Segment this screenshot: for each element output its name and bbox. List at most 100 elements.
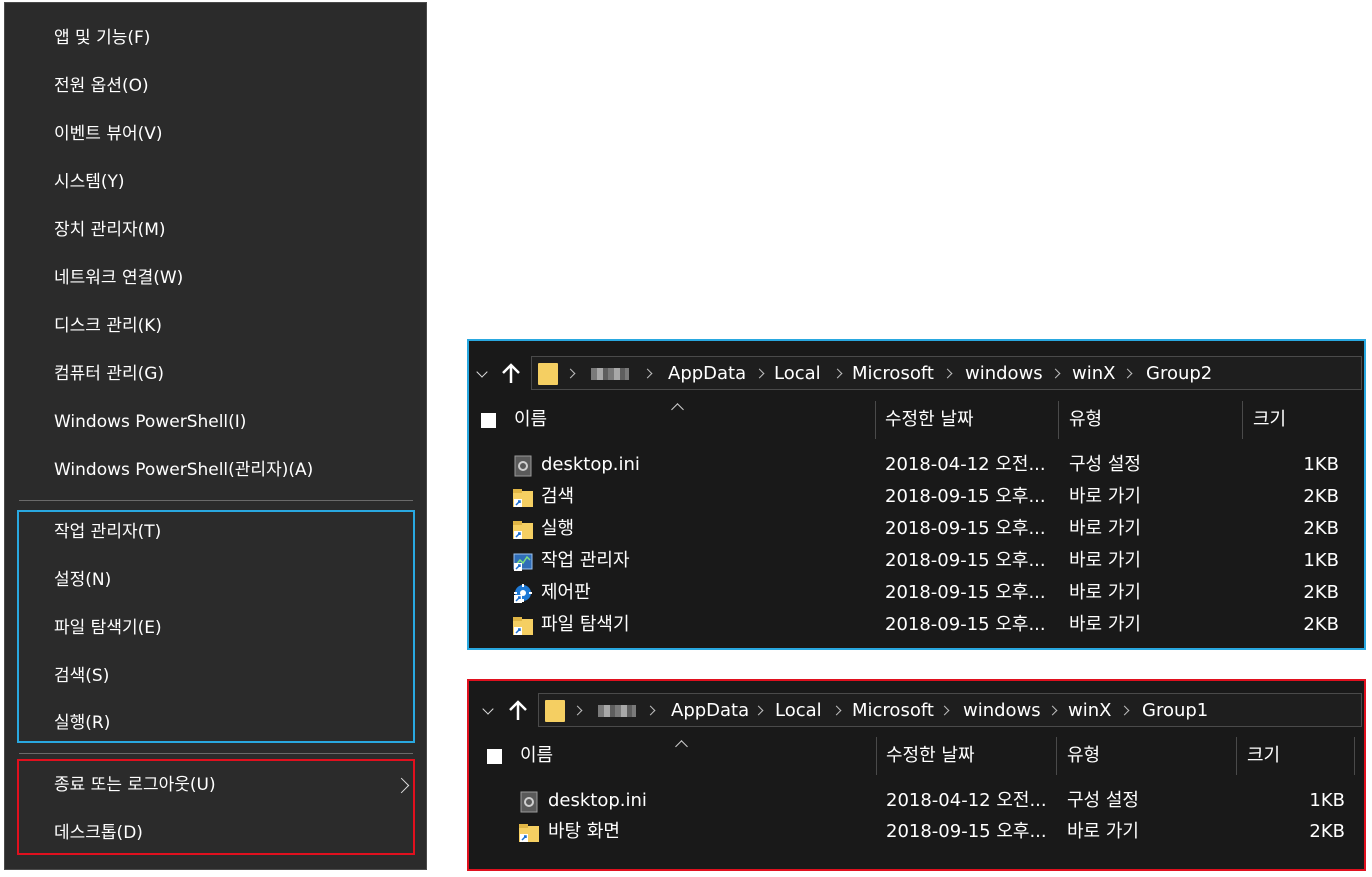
column-header-name[interactable]: 이름 xyxy=(514,405,547,435)
file-date: 2018-04-12 오전... xyxy=(885,454,1046,475)
up-arrow-icon[interactable] xyxy=(506,699,530,723)
breadcrumb-chevron-icon xyxy=(1122,368,1133,379)
ini-file-icon xyxy=(520,791,538,813)
menu-item-power-options[interactable]: 전원 옵션(O) xyxy=(54,71,149,101)
breadcrumb-item[interactable]: AppData xyxy=(671,694,749,728)
file-type: 바로 가기 xyxy=(1067,821,1139,842)
sort-ascending-icon xyxy=(671,403,684,416)
menu-item-file-explorer[interactable]: 파일 탐색기(E) xyxy=(54,613,162,643)
search-shortcut-icon xyxy=(513,489,533,507)
menu-item-search[interactable]: 검색(S) xyxy=(54,661,109,691)
breadcrumb-item[interactable]: Local xyxy=(775,694,822,728)
breadcrumb-chevron-icon xyxy=(832,368,843,379)
breadcrumb-chevron-icon xyxy=(831,705,842,716)
select-all-checkbox[interactable] xyxy=(481,413,496,428)
folder-icon xyxy=(538,363,558,385)
up-arrow-icon[interactable] xyxy=(499,362,523,386)
run-shortcut-icon xyxy=(513,521,533,539)
column-header-date[interactable]: 수정한 날짜 xyxy=(885,405,974,435)
menu-item-powershell[interactable]: Windows PowerShell(I) xyxy=(54,407,246,437)
winx-menu: 앱 및 기능(F) 전원 옵션(O) 이벤트 뷰어(V) 시스템(Y) 장치 관… xyxy=(4,2,427,870)
menu-item-task-manager[interactable]: 작업 관리자(T) xyxy=(54,517,161,547)
menu-item-network-connections[interactable]: 네트워크 연결(W) xyxy=(54,263,183,293)
explorer-window-group2: AppData Local Microsoft windows winX Gro… xyxy=(467,339,1366,650)
redacted-username xyxy=(591,368,629,380)
file-row[interactable]: 파일 탐색기 2018-09-15 오후... 바로 가기 2KB xyxy=(469,609,1364,641)
menu-item-settings[interactable]: 설정(N) xyxy=(54,565,111,595)
breadcrumb-item[interactable]: windows xyxy=(963,694,1041,728)
sort-ascending-icon xyxy=(675,740,688,753)
breadcrumb-item-current[interactable]: Group1 xyxy=(1142,694,1208,728)
address-bar[interactable]: AppData Local Microsoft windows winX Gro… xyxy=(538,693,1362,727)
file-date: 2018-09-15 오후... xyxy=(885,550,1046,571)
file-size: 2KB xyxy=(1309,821,1345,842)
breadcrumb-chevron-icon xyxy=(645,705,656,716)
breadcrumb-chevron-icon xyxy=(942,368,953,379)
breadcrumb-chevron-icon xyxy=(939,705,950,716)
file-date: 2018-09-15 오후... xyxy=(886,821,1047,842)
column-header-date[interactable]: 수정한 날짜 xyxy=(886,741,975,771)
file-name: 파일 탐색기 xyxy=(541,614,630,635)
breadcrumb-chevron-icon xyxy=(1119,705,1130,716)
column-divider[interactable] xyxy=(1236,737,1237,775)
menu-item-shutdown-signout[interactable]: 종료 또는 로그아웃(U) xyxy=(54,770,216,800)
menu-item-apps-features[interactable]: 앱 및 기능(F) xyxy=(54,23,150,53)
menu-item-desktop[interactable]: 데스크톱(D) xyxy=(54,818,143,848)
column-header-type[interactable]: 유형 xyxy=(1069,405,1102,435)
control-panel-shortcut-icon xyxy=(514,584,532,603)
file-size: 2KB xyxy=(1303,614,1339,635)
breadcrumb-item[interactable]: winX xyxy=(1068,694,1111,728)
menu-item-system[interactable]: 시스템(Y) xyxy=(54,167,125,197)
column-divider[interactable] xyxy=(876,737,877,775)
file-size: 2KB xyxy=(1303,486,1339,507)
file-row[interactable]: 검색 2018-09-15 오후... 바로 가기 2KB xyxy=(469,481,1364,513)
breadcrumb-item[interactable]: windows xyxy=(965,357,1043,391)
file-name: 실행 xyxy=(541,518,575,539)
breadcrumb-item[interactable]: Local xyxy=(774,357,821,391)
file-row[interactable]: desktop.ini 2018-04-12 오전... 구성 설정 1KB xyxy=(469,785,1364,817)
breadcrumb-chevron-icon xyxy=(572,705,583,716)
column-divider[interactable] xyxy=(1242,401,1243,439)
recent-locations-chevron-icon[interactable] xyxy=(482,703,494,715)
file-row[interactable]: 작업 관리자 2018-09-15 오후... 바로 가기 1KB xyxy=(469,545,1364,577)
breadcrumb-item-current[interactable]: Group2 xyxy=(1146,357,1212,391)
menu-item-device-manager[interactable]: 장치 관리자(M) xyxy=(54,215,166,245)
column-header-size[interactable]: 크기 xyxy=(1253,405,1286,435)
recent-locations-chevron-icon[interactable] xyxy=(476,366,488,378)
menu-item-event-viewer[interactable]: 이벤트 뷰어(V) xyxy=(54,119,163,149)
breadcrumb-chevron-icon xyxy=(565,368,576,379)
column-header-type[interactable]: 유형 xyxy=(1067,741,1100,771)
menu-item-disk-management[interactable]: 디스크 관리(K) xyxy=(54,311,162,341)
file-name: 작업 관리자 xyxy=(541,550,630,571)
column-header-name[interactable]: 이름 xyxy=(520,741,553,771)
file-row[interactable]: desktop.ini 2018-04-12 오전... 구성 설정 1KB xyxy=(469,449,1364,481)
menu-item-computer-management[interactable]: 컴퓨터 관리(G) xyxy=(54,359,164,389)
menu-item-powershell-admin[interactable]: Windows PowerShell(관리자)(A) xyxy=(54,455,313,485)
column-divider[interactable] xyxy=(1058,401,1059,439)
address-bar[interactable]: AppData Local Microsoft windows winX Gro… xyxy=(531,356,1362,390)
file-date: 2018-04-12 오전... xyxy=(886,790,1047,811)
breadcrumb-item[interactable]: Microsoft xyxy=(852,357,934,391)
file-row[interactable]: 바탕 화면 2018-09-15 오후... 바로 가기 2KB xyxy=(469,816,1364,848)
menu-item-run[interactable]: 실행(R) xyxy=(54,708,110,738)
column-divider[interactable] xyxy=(875,401,876,439)
file-size: 1KB xyxy=(1309,790,1345,811)
breadcrumb-item[interactable]: AppData xyxy=(668,357,746,391)
file-row[interactable]: 제어판 2018-09-15 오후... 바로 가기 2KB xyxy=(469,577,1364,609)
file-type: 구성 설정 xyxy=(1069,454,1141,475)
file-date: 2018-09-15 오후... xyxy=(885,486,1046,507)
file-date: 2018-09-15 오후... xyxy=(885,518,1046,539)
breadcrumb-item[interactable]: Microsoft xyxy=(852,694,934,728)
breadcrumb-item[interactable]: winX xyxy=(1072,357,1115,391)
breadcrumb-chevron-icon xyxy=(1047,705,1058,716)
file-size: 1KB xyxy=(1303,550,1339,571)
column-header-size[interactable]: 크기 xyxy=(1247,741,1280,771)
file-row[interactable]: 실행 2018-09-15 오후... 바로 가기 2KB xyxy=(469,513,1364,545)
menu-separator xyxy=(19,753,413,754)
column-divider[interactable] xyxy=(1354,737,1355,775)
file-name: 제어판 xyxy=(541,582,591,603)
column-divider[interactable] xyxy=(1056,737,1057,775)
menu-separator xyxy=(19,500,413,501)
select-all-checkbox[interactable] xyxy=(487,749,502,764)
folder-icon xyxy=(545,700,565,722)
